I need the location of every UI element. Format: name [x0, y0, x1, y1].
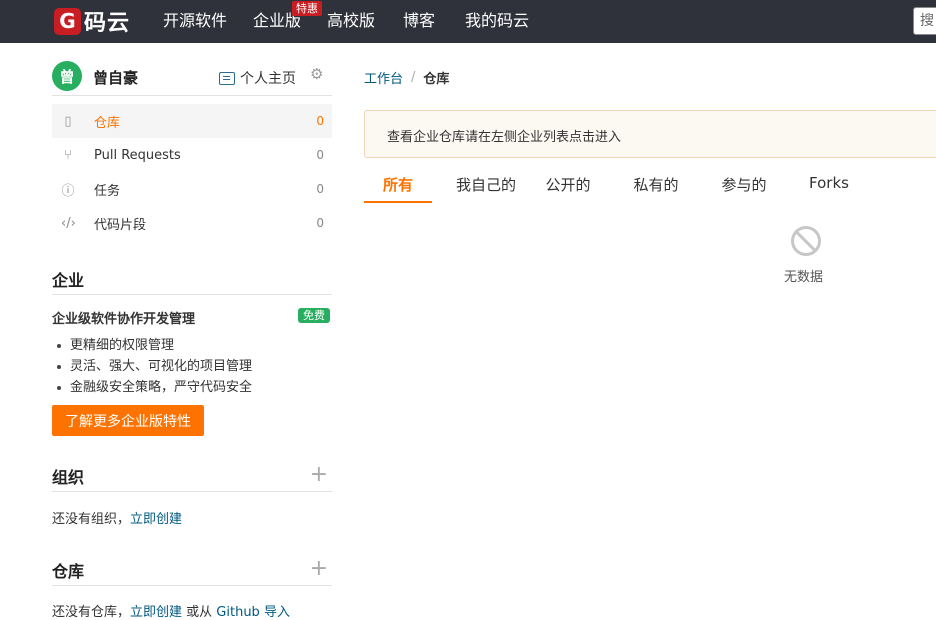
- list-item: 灵活、强大、可视化的项目管理: [52, 356, 332, 377]
- organizations-empty-text: 还没有组织，立即创建: [52, 508, 182, 527]
- add-organization-icon[interactable]: +: [310, 464, 328, 486]
- logo[interactable]: G 码云: [54, 6, 130, 36]
- homepage-link[interactable]: 个人主页: [219, 68, 296, 88]
- tab-private[interactable]: 私有的: [630, 167, 682, 203]
- sidebar-item-label: 仓库: [94, 115, 121, 131]
- sidebar-item-count: 0: [316, 148, 324, 162]
- enterprise-learn-more-button[interactable]: 了解更多企业版特性: [52, 405, 204, 436]
- repo-icon: ▯: [64, 113, 72, 129]
- nav-open-source[interactable]: 开源软件: [163, 10, 227, 32]
- user-header: 曾 曾自豪 个人主页 ⚙: [52, 59, 332, 96]
- empty-state-text: 无数据: [784, 270, 824, 285]
- organizations-title: 组织: [52, 468, 85, 487]
- tab-all[interactable]: 所有: [364, 167, 432, 203]
- sidebar-item-count: 0: [316, 216, 324, 230]
- nav-education[interactable]: 高校版: [327, 10, 375, 32]
- breadcrumb-separator: /: [411, 70, 416, 85]
- main-content: 工作台 / 仓库 查看企业仓库请在左侧企业列表点击进入 所有 我自己的 公开的 …: [364, 43, 936, 614]
- nav-blog[interactable]: 博客: [403, 10, 435, 32]
- tab-spacer: [682, 167, 718, 203]
- tab-spacer: [594, 167, 630, 203]
- code-icon: ‹/›: [61, 215, 76, 231]
- sidebar-item-label: 代码片段: [94, 217, 147, 233]
- sidebar-item-count: 0: [316, 182, 324, 196]
- enterprise-notice: 查看企业仓库请在左侧企业列表点击进入: [364, 110, 936, 158]
- logo-icon: G: [54, 7, 81, 35]
- list-item: 更精细的权限管理: [52, 335, 332, 356]
- tab-participated[interactable]: 参与的: [718, 167, 770, 203]
- list-item: 金融级安全策略，严守代码安全: [52, 377, 332, 398]
- enterprise-subtitle: 企业级软件协作开发管理: [52, 312, 196, 327]
- issue-icon: ⓘ: [61, 183, 75, 199]
- repositories-section-title: 仓库 +: [52, 558, 332, 586]
- profile-card-icon: [219, 71, 235, 85]
- no-data-icon: [791, 226, 821, 256]
- organizations-empty-label: 还没有组织，: [52, 512, 131, 527]
- enterprise-promo-badge: 特惠: [292, 1, 322, 16]
- repositories-empty-label: 还没有仓库，: [52, 605, 131, 620]
- tab-forks[interactable]: Forks: [806, 167, 852, 203]
- enterprise-feature-list: 更精细的权限管理 灵活、强大、可视化的项目管理 金融级安全策略，严守代码安全: [52, 335, 332, 398]
- organizations-section-title: 组织 +: [52, 464, 332, 492]
- nav-my-gitee[interactable]: 我的码云: [465, 10, 529, 32]
- create-repository-link[interactable]: 立即创建: [130, 605, 182, 620]
- homepage-label: 个人主页: [240, 71, 296, 87]
- sidebar-menu: ▯ 仓库 0 ⑂ Pull Requests 0 ⓘ 任务 0 ‹/› 代码片段…: [52, 104, 332, 240]
- top-nav: G 码云 开源软件 企业版 特惠 高校版 博客 我的码云 搜: [0, 0, 936, 43]
- breadcrumb: 工作台 / 仓库: [364, 68, 449, 87]
- sidebar-item-issues[interactable]: ⓘ 任务 0: [52, 172, 332, 206]
- tab-spacer: [770, 167, 806, 203]
- tab-spacer: [432, 167, 452, 203]
- free-badge: 免费: [298, 308, 330, 323]
- tab-spacer: [520, 167, 542, 203]
- sidebar: 曾 曾自豪 个人主页 ⚙ ▯ 仓库 0 ⑂ Pull Requests 0 ⓘ …: [52, 43, 332, 620]
- repo-filter-tabs: 所有 我自己的 公开的 私有的 参与的 Forks: [364, 167, 936, 203]
- tab-mine[interactable]: 我自己的: [452, 167, 520, 203]
- sidebar-item-pull-requests[interactable]: ⑂ Pull Requests 0: [52, 138, 332, 172]
- logo-text: 码云: [84, 11, 131, 36]
- sidebar-item-label: Pull Requests: [94, 147, 181, 163]
- user-name[interactable]: 曾自豪: [93, 67, 138, 88]
- create-organization-link[interactable]: 立即创建: [130, 512, 182, 527]
- sidebar-item-label: 任务: [94, 183, 121, 199]
- breadcrumb-current: 仓库: [423, 72, 450, 87]
- search-input[interactable]: 搜: [913, 7, 936, 35]
- enterprise-section-title: 企业: [52, 267, 332, 295]
- avatar[interactable]: 曾: [52, 61, 82, 91]
- repositories-title: 仓库: [52, 562, 85, 581]
- sidebar-item-repos[interactable]: ▯ 仓库 0: [52, 104, 332, 138]
- pull-request-icon: ⑂: [64, 147, 72, 163]
- add-repository-icon[interactable]: +: [310, 558, 328, 580]
- repositories-empty-text: 还没有仓库，立即创建 或从 Github 导入: [52, 601, 290, 620]
- breadcrumb-workbench[interactable]: 工作台: [364, 68, 403, 87]
- tab-public[interactable]: 公开的: [542, 167, 594, 203]
- sidebar-item-snippets[interactable]: ‹/› 代码片段 0: [52, 206, 332, 240]
- github-import-link[interactable]: Github 导入: [216, 605, 290, 620]
- sidebar-item-count: 0: [316, 114, 324, 128]
- gear-icon[interactable]: ⚙: [310, 67, 325, 82]
- or-label: 或从: [182, 605, 217, 620]
